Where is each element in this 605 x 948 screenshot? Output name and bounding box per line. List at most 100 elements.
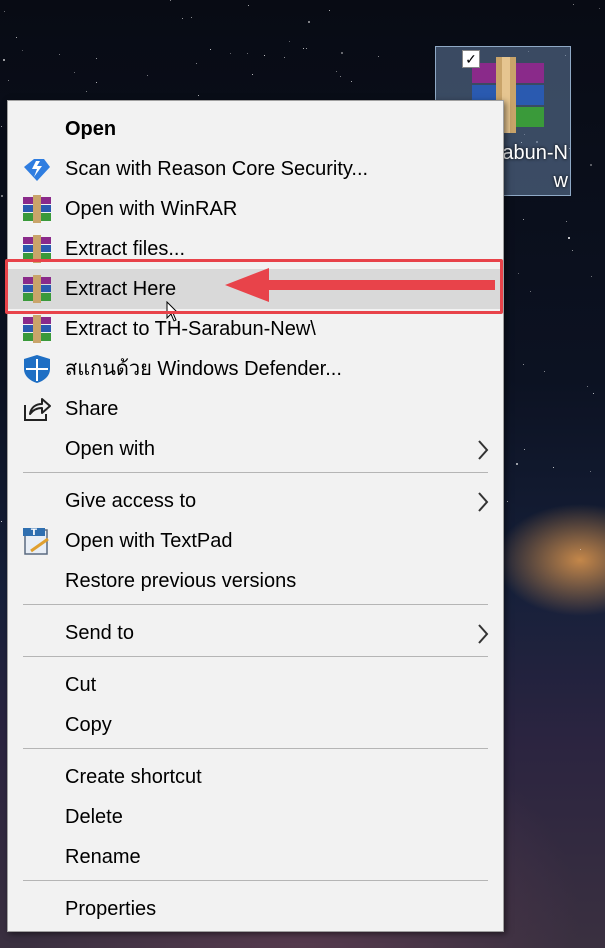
star	[16, 37, 17, 38]
reason-core-icon	[22, 155, 52, 183]
star	[191, 17, 192, 18]
star	[553, 467, 554, 468]
star	[303, 48, 304, 49]
menu-separator	[23, 472, 488, 473]
star	[593, 393, 594, 394]
star	[170, 0, 171, 1]
menu-item-windows-defender[interactable]: สแกนด้วย Windows Defender...	[8, 349, 503, 389]
menu-separator	[23, 656, 488, 657]
star	[590, 164, 592, 166]
menu-item-label: Rename	[65, 846, 141, 868]
star	[308, 21, 310, 23]
menu-item-label: สแกนด้วย Windows Defender...	[65, 358, 342, 380]
menu-separator	[23, 748, 488, 749]
menu-item-share[interactable]: Share	[8, 389, 503, 429]
share-icon	[22, 395, 52, 423]
star	[580, 549, 581, 550]
menu-item-label: Delete	[65, 806, 123, 828]
menu-item-copy[interactable]: Copy	[8, 705, 503, 745]
svg-text:T: T	[31, 528, 38, 538]
menu-item-extract-to[interactable]: Extract to TH-Sarabun-New\	[8, 309, 503, 349]
winrar-icon	[22, 315, 52, 343]
menu-item-label: Extract to TH-Sarabun-New\	[65, 318, 316, 340]
menu-item-open-textpad[interactable]: T Open with TextPad	[8, 521, 503, 561]
submenu-chevron-right-icon	[477, 613, 489, 653]
menu-item-label: Share	[65, 398, 119, 420]
menu-separator	[23, 604, 488, 605]
star	[289, 41, 290, 42]
menu-item-restore-previous-versions[interactable]: Restore previous versions	[8, 561, 503, 601]
textpad-icon: T	[22, 527, 52, 555]
star	[544, 371, 545, 372]
star	[196, 63, 197, 64]
selection-checkbox[interactable]: ✓	[462, 50, 480, 68]
star	[306, 48, 307, 49]
menu-item-label: Open	[65, 118, 117, 140]
star	[518, 273, 519, 274]
star	[147, 75, 148, 76]
star	[573, 4, 574, 5]
menu-item-label: Copy	[65, 714, 112, 736]
star	[507, 501, 508, 502]
star	[230, 53, 231, 54]
star	[516, 463, 518, 465]
star	[86, 91, 87, 92]
star	[329, 10, 330, 11]
star	[252, 74, 253, 75]
submenu-chevron-right-icon	[477, 481, 489, 521]
menu-item-cut[interactable]: Cut	[8, 665, 503, 705]
star	[4, 11, 5, 12]
context-menu: Open Scan with Reason Core Security... O…	[7, 100, 504, 932]
star	[264, 55, 265, 56]
star	[340, 76, 341, 77]
star	[1, 195, 3, 197]
star	[248, 5, 249, 6]
menu-item-delete[interactable]: Delete	[8, 797, 503, 837]
menu-item-rename[interactable]: Rename	[8, 837, 503, 877]
menu-item-label: Give access to	[65, 490, 197, 512]
menu-item-label: Open with	[65, 438, 156, 460]
star	[530, 291, 531, 292]
star	[378, 56, 379, 57]
menu-item-create-shortcut[interactable]: Create shortcut	[8, 757, 503, 797]
star	[59, 54, 60, 55]
menu-item-label: Cut	[65, 674, 97, 696]
menu-item-give-access[interactable]: Give access to	[8, 481, 503, 521]
star	[247, 53, 248, 54]
star	[284, 57, 285, 58]
star	[351, 81, 352, 82]
menu-separator	[23, 880, 488, 881]
star	[566, 221, 567, 222]
star	[8, 80, 9, 81]
menu-item-label: Send to	[65, 622, 134, 644]
menu-item-scan-reason-core[interactable]: Scan with Reason Core Security...	[8, 149, 503, 189]
star	[523, 364, 524, 365]
star	[590, 471, 591, 472]
star	[341, 52, 343, 54]
star	[336, 71, 337, 72]
menu-item-properties[interactable]: Properties	[8, 889, 503, 929]
star	[524, 449, 525, 450]
menu-item-label: Open with WinRAR	[65, 198, 238, 220]
menu-item-open[interactable]: Open	[8, 109, 503, 149]
menu-item-open-winrar[interactable]: Open with WinRAR	[8, 189, 503, 229]
star	[182, 18, 183, 19]
menu-item-label: Restore previous versions	[65, 570, 297, 592]
star	[1, 126, 2, 127]
star	[572, 250, 573, 251]
star	[198, 95, 199, 96]
winrar-icon	[22, 195, 52, 223]
star	[1, 521, 2, 522]
star	[568, 237, 570, 239]
star	[523, 219, 524, 220]
star	[591, 276, 592, 277]
star	[599, 8, 600, 9]
star	[3, 59, 5, 61]
annotation-arrow-icon	[225, 266, 505, 315]
menu-item-label: Properties	[65, 898, 157, 920]
star	[587, 386, 588, 387]
star	[22, 50, 23, 51]
menu-item-send-to[interactable]: Send to	[8, 613, 503, 653]
star	[96, 58, 97, 59]
menu-item-open-with[interactable]: Open with	[8, 429, 503, 469]
